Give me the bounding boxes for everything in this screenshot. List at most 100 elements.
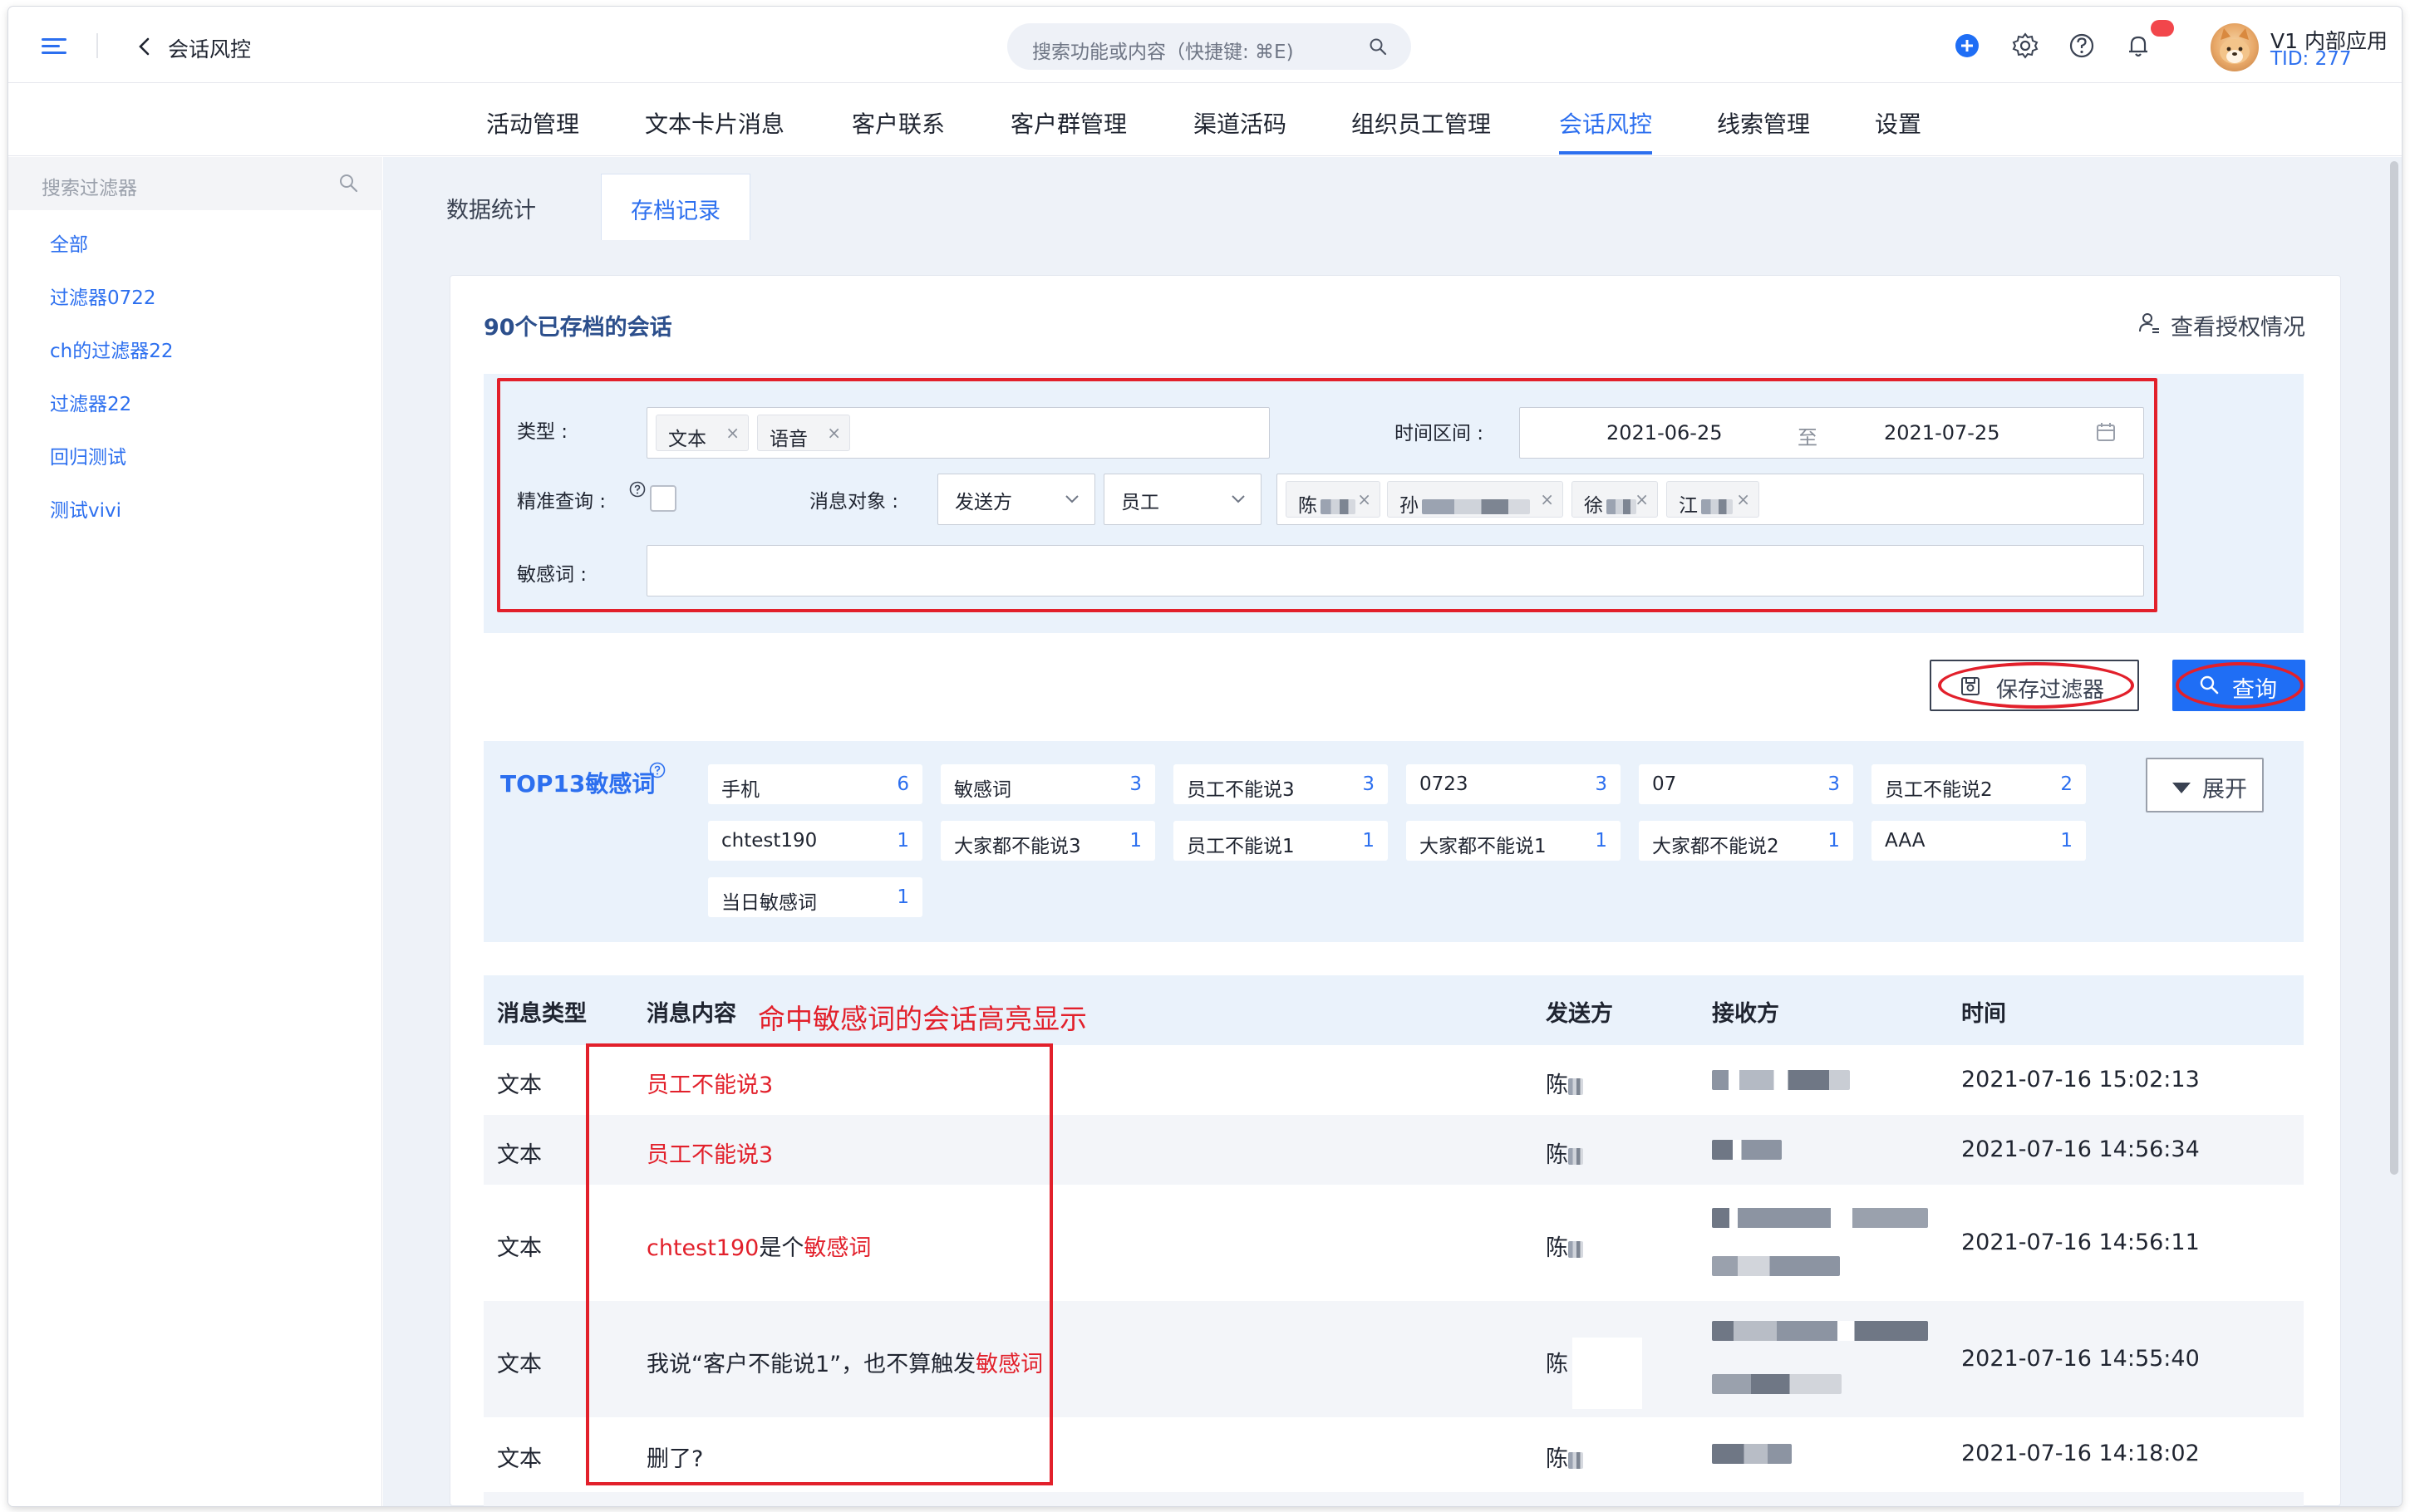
main-nav: 活动管理 文本卡片消息 客户联系 客户群管理 渠道活码 组织员工管理 会话风控 … [8, 83, 2402, 156]
sender-name: 陈 [1546, 1235, 1568, 1261]
keyword-chip[interactable]: 大家都不能说3 1 [941, 821, 1155, 861]
cell-time: 2021-07-16 14:18:02 [1961, 1441, 2200, 1466]
keyword-count: 2 [2060, 773, 2073, 795]
sender-name: 陈 [1546, 1352, 1568, 1377]
add-circle-icon[interactable] [1953, 32, 1981, 60]
back-chevron-icon[interactable] [133, 35, 156, 58]
user-tid: TID: 277 [2270, 48, 2352, 70]
keyword-name: AAA [1885, 830, 1926, 852]
redacted-receiver [1712, 1140, 1782, 1160]
nav-item-leads[interactable]: 线索管理 [1717, 106, 1810, 140]
keyword-chip[interactable]: 07 3 [1639, 764, 1853, 804]
nav-item-activity[interactable]: 活动管理 [486, 106, 579, 140]
redacted-name [1568, 1078, 1583, 1095]
keyword-chip[interactable]: 大家都不能说2 1 [1639, 821, 1853, 861]
nav-item-channel-code[interactable]: 渠道活码 [1193, 106, 1286, 140]
keyword-chip[interactable]: 员工不能说1 1 [1173, 821, 1388, 861]
keyword-name: 员工不能说1 [1187, 836, 1295, 857]
sidebar-item-regression[interactable]: 回归测试 [50, 441, 126, 469]
annotation-save-ellipse [1938, 662, 2134, 709]
global-search-input[interactable]: 搜索功能或内容（快捷键: ⌘E) [1007, 23, 1411, 70]
redacted-name [1568, 1451, 1583, 1469]
archived-count-title: 90个已存档的会话 [484, 315, 672, 341]
annotation-query-ellipse [2176, 662, 2304, 709]
col-header-sender: 发送方 [1546, 1001, 1613, 1027]
keyword-chip[interactable]: 员工不能说2 2 [1871, 764, 2086, 804]
keyword-name: 当日敏感词 [721, 892, 817, 914]
table-header: 消息类型 消息内容 命中敏感词的会话高亮显示 发送方 接收方 时间 [484, 975, 2304, 1045]
top-sensitive-words-panel: TOP13敏感词 手机 6 敏感词 3 员工不能说3 3 0723 3 07 3 员工不能… [484, 741, 2304, 942]
search-icon[interactable] [1368, 37, 1388, 56]
bell-icon[interactable] [2124, 32, 2152, 60]
nav-item-text-card[interactable]: 文本卡片消息 [645, 106, 784, 140]
shiba-avatar-icon [2220, 28, 2250, 64]
keyword-name: 敏感词 [954, 779, 1011, 801]
cell-type: 文本 [497, 1235, 542, 1261]
keyword-name: 员工不能说2 [1885, 779, 1993, 801]
user-auth-icon [2139, 313, 2159, 333]
keyword-name: 大家都不能说3 [954, 836, 1081, 857]
cell-type: 文本 [497, 1352, 542, 1377]
nav-item-customer-contact[interactable]: 客户联系 [852, 106, 945, 140]
redacted-name [1568, 1240, 1583, 1258]
keyword-chip[interactable]: chtest190 1 [708, 821, 922, 861]
avatar[interactable] [2211, 23, 2259, 71]
main-area: 数据统计 存档记录 90个已存档的会话 查看授权情况 类型 : 文本 × 语音 × … [383, 157, 2402, 1506]
filter-sidebar: 搜索过滤器 全部 过滤器0722 ch的过滤器22 过滤器22 回归测试 测试v… [8, 157, 382, 1506]
sidebar-item-ch-filter22[interactable]: ch的过滤器22 [50, 335, 174, 363]
redacted-name [1568, 1147, 1583, 1165]
top-bar: 会话风控 搜索功能或内容（快捷键: ⌘E) V1 内部应用 TID: 277 [8, 7, 2402, 83]
keyword-chip[interactable]: 当日敏感词 1 [708, 877, 922, 917]
keyword-count: 6 [897, 773, 909, 795]
nav-item-org-staff[interactable]: 组织员工管理 [1351, 106, 1491, 140]
keyword-chip[interactable]: AAA 1 [1871, 821, 2086, 861]
keyword-count: 1 [1362, 830, 1375, 852]
help-icon[interactable] [2068, 32, 2096, 60]
keyword-name: 大家都不能说2 [1652, 836, 1779, 857]
hamburger-menu-icon[interactable] [42, 38, 66, 55]
keyword-chip[interactable]: 员工不能说3 3 [1173, 764, 1388, 804]
keyword-name: chtest190 [721, 830, 818, 852]
nav-item-settings[interactable]: 设置 [1875, 106, 1921, 140]
keyword-chip[interactable]: 大家都不能说1 1 [1406, 821, 1621, 861]
nav-item-session-risk[interactable]: 会话风控 [1559, 106, 1652, 140]
cell-type: 文本 [497, 1446, 542, 1472]
auth-link-label: 查看授权情况 [2171, 315, 2305, 341]
keyword-count: 1 [1827, 830, 1840, 852]
expand-button[interactable]: 展开 [2146, 758, 2264, 812]
tab-archive[interactable]: 存档记录 [601, 174, 750, 240]
keyword-chip[interactable]: 手机 6 [708, 764, 922, 804]
cell-sender: 陈 [1546, 1136, 1583, 1169]
cell-type: 文本 [497, 1073, 542, 1098]
sender-name: 陈 [1546, 1073, 1568, 1098]
page-title[interactable]: 会话风控 [168, 33, 251, 63]
redacted-receiver [1712, 1070, 1850, 1090]
keyword-chip[interactable]: 0723 3 [1406, 764, 1621, 804]
search-icon[interactable] [337, 172, 359, 194]
nav-item-customer-group[interactable]: 客户群管理 [1011, 106, 1127, 140]
gear-icon[interactable] [2011, 32, 2039, 60]
col-header-time: 时间 [1961, 1001, 2006, 1027]
keyword-count: 3 [1362, 773, 1375, 795]
keyword-count: 3 [1595, 773, 1607, 795]
keyword-count: 3 [1129, 773, 1142, 795]
keyword-chip[interactable]: 敏感词 3 [941, 764, 1155, 804]
keyword-count: 3 [1827, 773, 1840, 795]
keyword-name: 手机 [721, 779, 760, 801]
tab-statistics[interactable]: 数据统计 [416, 174, 566, 240]
vertical-scrollbar[interactable] [2390, 161, 2398, 1175]
annotation-highlight-note: 命中敏感词的会话高亮显示 [758, 1003, 1087, 1035]
redacted-receiver [1712, 1208, 1928, 1228]
filter-search-input[interactable]: 搜索过滤器 [8, 157, 382, 210]
sidebar-item-all[interactable]: 全部 [50, 228, 88, 257]
redacted-receiver [1712, 1444, 1792, 1464]
help-icon[interactable] [648, 761, 666, 779]
cell-time: 2021-07-16 14:56:11 [1961, 1230, 2200, 1255]
sender-name: 陈 [1546, 1142, 1568, 1168]
sidebar-item-filter0722[interactable]: 过滤器0722 [50, 282, 156, 310]
view-authorization-link[interactable]: 查看授权情况 [2139, 309, 2305, 341]
sidebar-item-filter22[interactable]: 过滤器22 [50, 388, 131, 416]
top-words-title: TOP13敏感词 [500, 770, 656, 798]
redacted-receiver [1712, 1321, 1928, 1341]
sidebar-item-test-vivi[interactable]: 测试vivi [50, 494, 121, 523]
